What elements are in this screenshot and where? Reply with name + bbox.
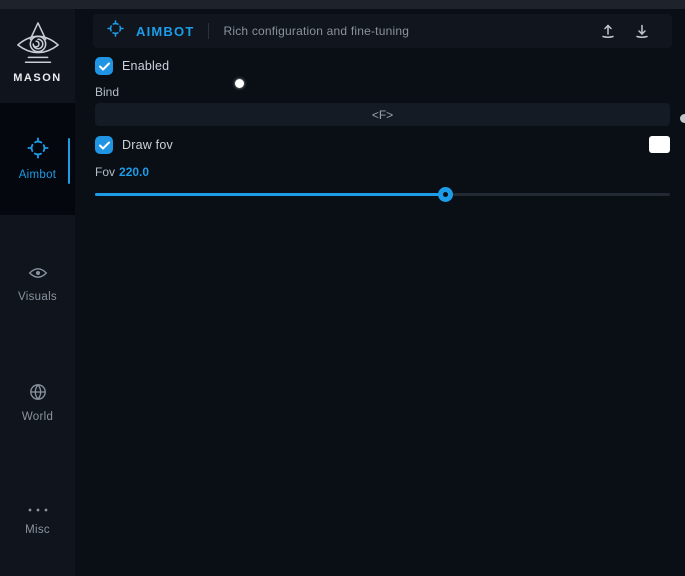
crosshair-icon [107,20,124,42]
draw-fov-checkbox[interactable] [95,136,113,154]
sidebar-item-world[interactable]: World [0,383,75,423]
enabled-checkbox-label: Enabled [122,59,169,73]
upload-icon [600,23,616,39]
sidebar-item-aimbot[interactable]: Aimbot [0,103,75,215]
app-window: MASON Aimbot Visuals [0,0,685,576]
sidebar-item-visuals[interactable]: Visuals [0,265,75,303]
sidebar-item-label: World [22,411,53,423]
page-header: AIMBOT Rich configuration and fine-tunin… [93,14,672,48]
eye-icon [28,265,48,286]
page-title: AIMBOT [136,24,194,39]
globe-icon [29,383,47,406]
enabled-checkbox[interactable] [95,57,113,75]
main-panel: AIMBOT Rich configuration and fine-tunin… [75,9,685,576]
bind-field-label: Bind [95,85,119,99]
sidebar-item-label: Visuals [18,291,57,303]
sidebar-item-misc[interactable]: Misc [0,501,75,536]
fov-slider-fill [95,193,446,196]
fov-slider[interactable] [95,187,670,202]
fov-slider-thumb[interactable] [438,187,453,202]
bind-key-value: <F> [372,108,393,122]
fov-slider-value: 220.0 [119,165,149,179]
sidebar-item-label: Misc [25,524,50,536]
export-config-button[interactable] [596,19,620,43]
mouse-cursor-dot [235,79,244,88]
brand-logo: MASON [0,19,75,84]
fov-slider-label: Fov [95,165,115,179]
fov-slider-label-row: Fov 220.0 [95,165,149,179]
active-tab-indicator [68,138,70,184]
sidebar-item-label: Aimbot [19,169,57,181]
crosshair-icon [27,137,49,164]
header-divider [208,23,209,39]
download-icon [634,23,650,39]
window-top-strip [0,0,685,9]
draw-fov-checkbox-label: Draw fov [122,138,173,152]
brand-name: MASON [13,72,61,84]
page-subtitle: Rich configuration and fine-tuning [223,24,409,38]
import-config-button[interactable] [630,19,654,43]
sidebar: MASON Aimbot Visuals [0,9,75,576]
fov-color-swatch[interactable] [649,136,670,153]
checkmark-icon [99,62,110,71]
ellipsis-icon [27,501,49,519]
bind-key-input[interactable]: <F> [95,103,670,126]
bind-input-dot [680,114,685,123]
eye-of-providence-icon [15,19,61,69]
checkmark-icon [99,141,110,150]
